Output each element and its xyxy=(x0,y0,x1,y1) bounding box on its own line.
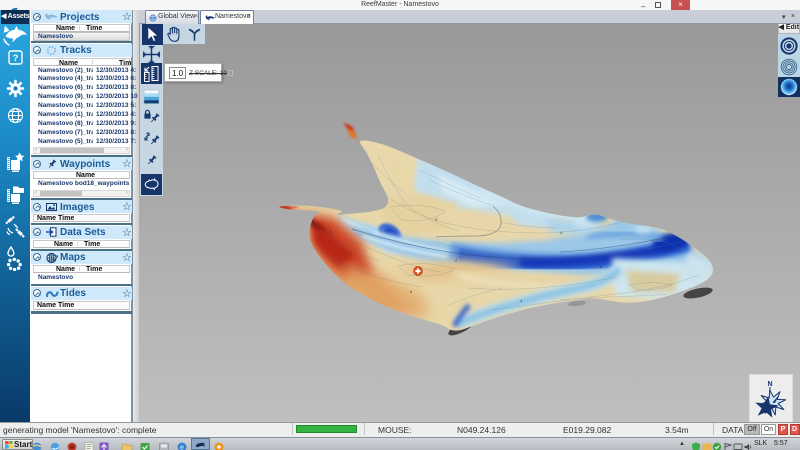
svg-text:6: 6 xyxy=(650,208,653,213)
svg-text:N: N xyxy=(767,381,772,388)
svg-text:4: 4 xyxy=(369,183,372,188)
svg-text:?: ? xyxy=(13,53,19,64)
svg-text:e: e xyxy=(180,445,184,450)
